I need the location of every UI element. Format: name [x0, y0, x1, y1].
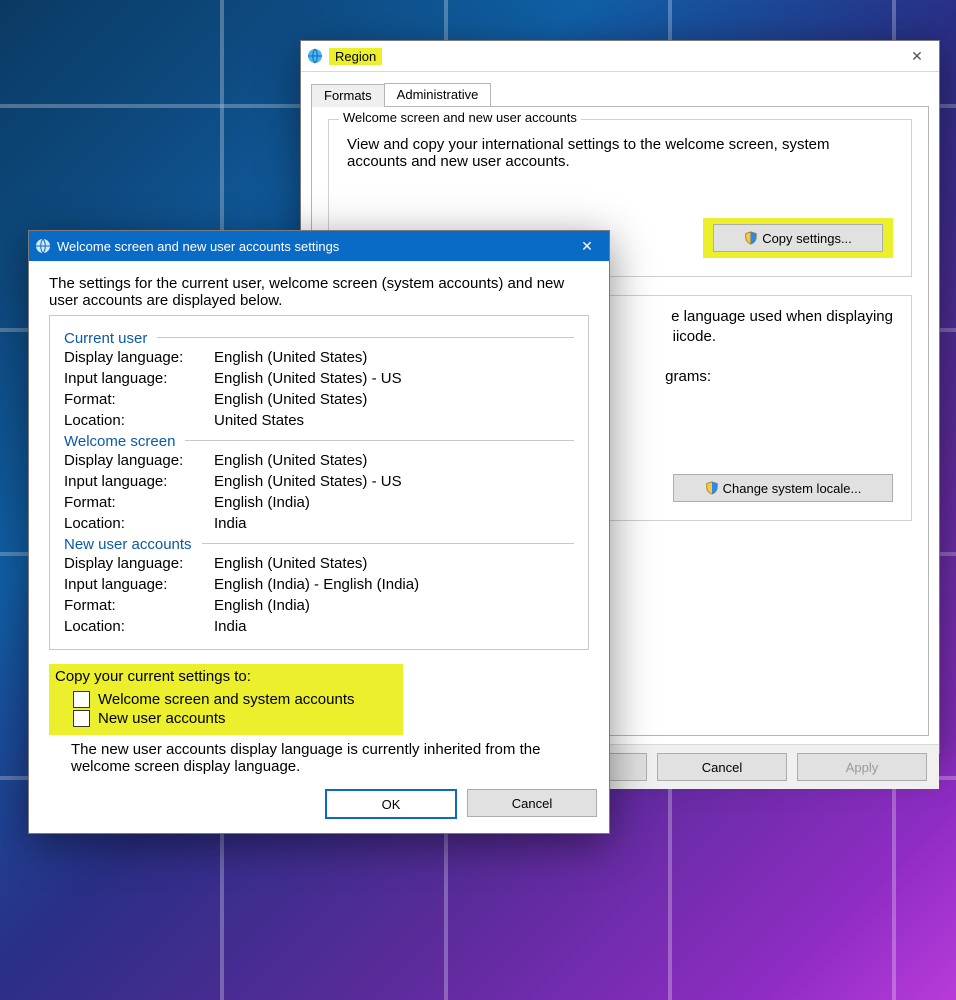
value-current-location: United States [214, 412, 574, 429]
section-new-user: New user accounts [64, 532, 192, 555]
globe-icon [307, 48, 323, 64]
copy-settings-button[interactable]: Copy settings... [713, 224, 883, 252]
value-welcome-inputlang: English (United States) - US [214, 473, 574, 490]
section-welcome-screen: Welcome screen [64, 429, 175, 452]
checkbox-welcome-system[interactable] [73, 691, 90, 708]
welcome-title: Welcome screen and new user accounts set… [57, 239, 565, 254]
settings-box: Current user Display language:English (U… [49, 315, 589, 650]
close-icon: ✕ [581, 239, 593, 253]
group-welcome-desc: View and copy your international setting… [347, 136, 867, 170]
welcome-cancel-button[interactable]: Cancel [467, 789, 597, 817]
checkbox-new-user-label: New user accounts [98, 710, 226, 727]
value-newuser-location: India [214, 618, 574, 635]
value-newuser-displaylang: English (United States) [214, 555, 574, 572]
tab-formats[interactable]: Formats [311, 84, 385, 107]
welcome-intro: The settings for the current user, welco… [49, 275, 589, 309]
value-newuser-format: English (India) [214, 597, 574, 614]
value-current-inputlang: English (United States) - US [214, 370, 574, 387]
value-current-format: English (United States) [214, 391, 574, 408]
section-current-user: Current user [64, 326, 147, 349]
label-input-language: Input language: [64, 370, 214, 387]
region-close-button[interactable]: ✕ [895, 41, 939, 71]
value-newuser-inputlang: English (India) - English (India) [214, 576, 574, 593]
region-cancel-button[interactable]: Cancel [657, 753, 787, 781]
group-welcome-legend: Welcome screen and new user accounts [339, 110, 581, 125]
close-icon: ✕ [911, 49, 923, 63]
welcome-close-button[interactable]: ✕ [565, 231, 609, 261]
shield-icon [744, 231, 758, 245]
welcome-ok-button[interactable]: OK [325, 789, 457, 819]
copy-heading: Copy your current settings to: [55, 668, 355, 685]
globe-icon [35, 238, 51, 254]
tab-administrative[interactable]: Administrative [384, 83, 492, 106]
label-format: Format: [64, 391, 214, 408]
value-welcome-location: India [214, 515, 574, 532]
nonunicode-desc1: e language used when displaying [671, 308, 893, 325]
nonunicode-desc2: iicode. [673, 328, 716, 345]
copy-settings-section: Copy your current settings to: Welcome s… [49, 664, 589, 775]
checkbox-new-user[interactable] [73, 710, 90, 727]
region-titlebar[interactable]: Region ✕ [301, 41, 939, 72]
welcome-titlebar[interactable]: Welcome screen and new user accounts set… [29, 231, 609, 261]
region-apply-button[interactable]: Apply [797, 753, 927, 781]
value-welcome-format: English (India) [214, 494, 574, 511]
label-location: Location: [64, 412, 214, 429]
checkbox-welcome-system-label: Welcome screen and system accounts [98, 691, 355, 708]
copy-note: The new user accounts display language i… [71, 741, 571, 775]
region-tabstrip: Formats Administrative [301, 78, 939, 106]
label-display-language: Display language: [64, 349, 214, 366]
change-system-locale-button[interactable]: Change system locale... [673, 474, 893, 502]
nonunicode-line2: grams: [665, 368, 711, 385]
value-welcome-displaylang: English (United States) [214, 452, 574, 469]
region-title: Region [329, 49, 895, 64]
shield-icon [705, 481, 719, 495]
value-current-displaylang: English (United States) [214, 349, 574, 366]
welcome-settings-window: Welcome screen and new user accounts set… [28, 230, 610, 834]
